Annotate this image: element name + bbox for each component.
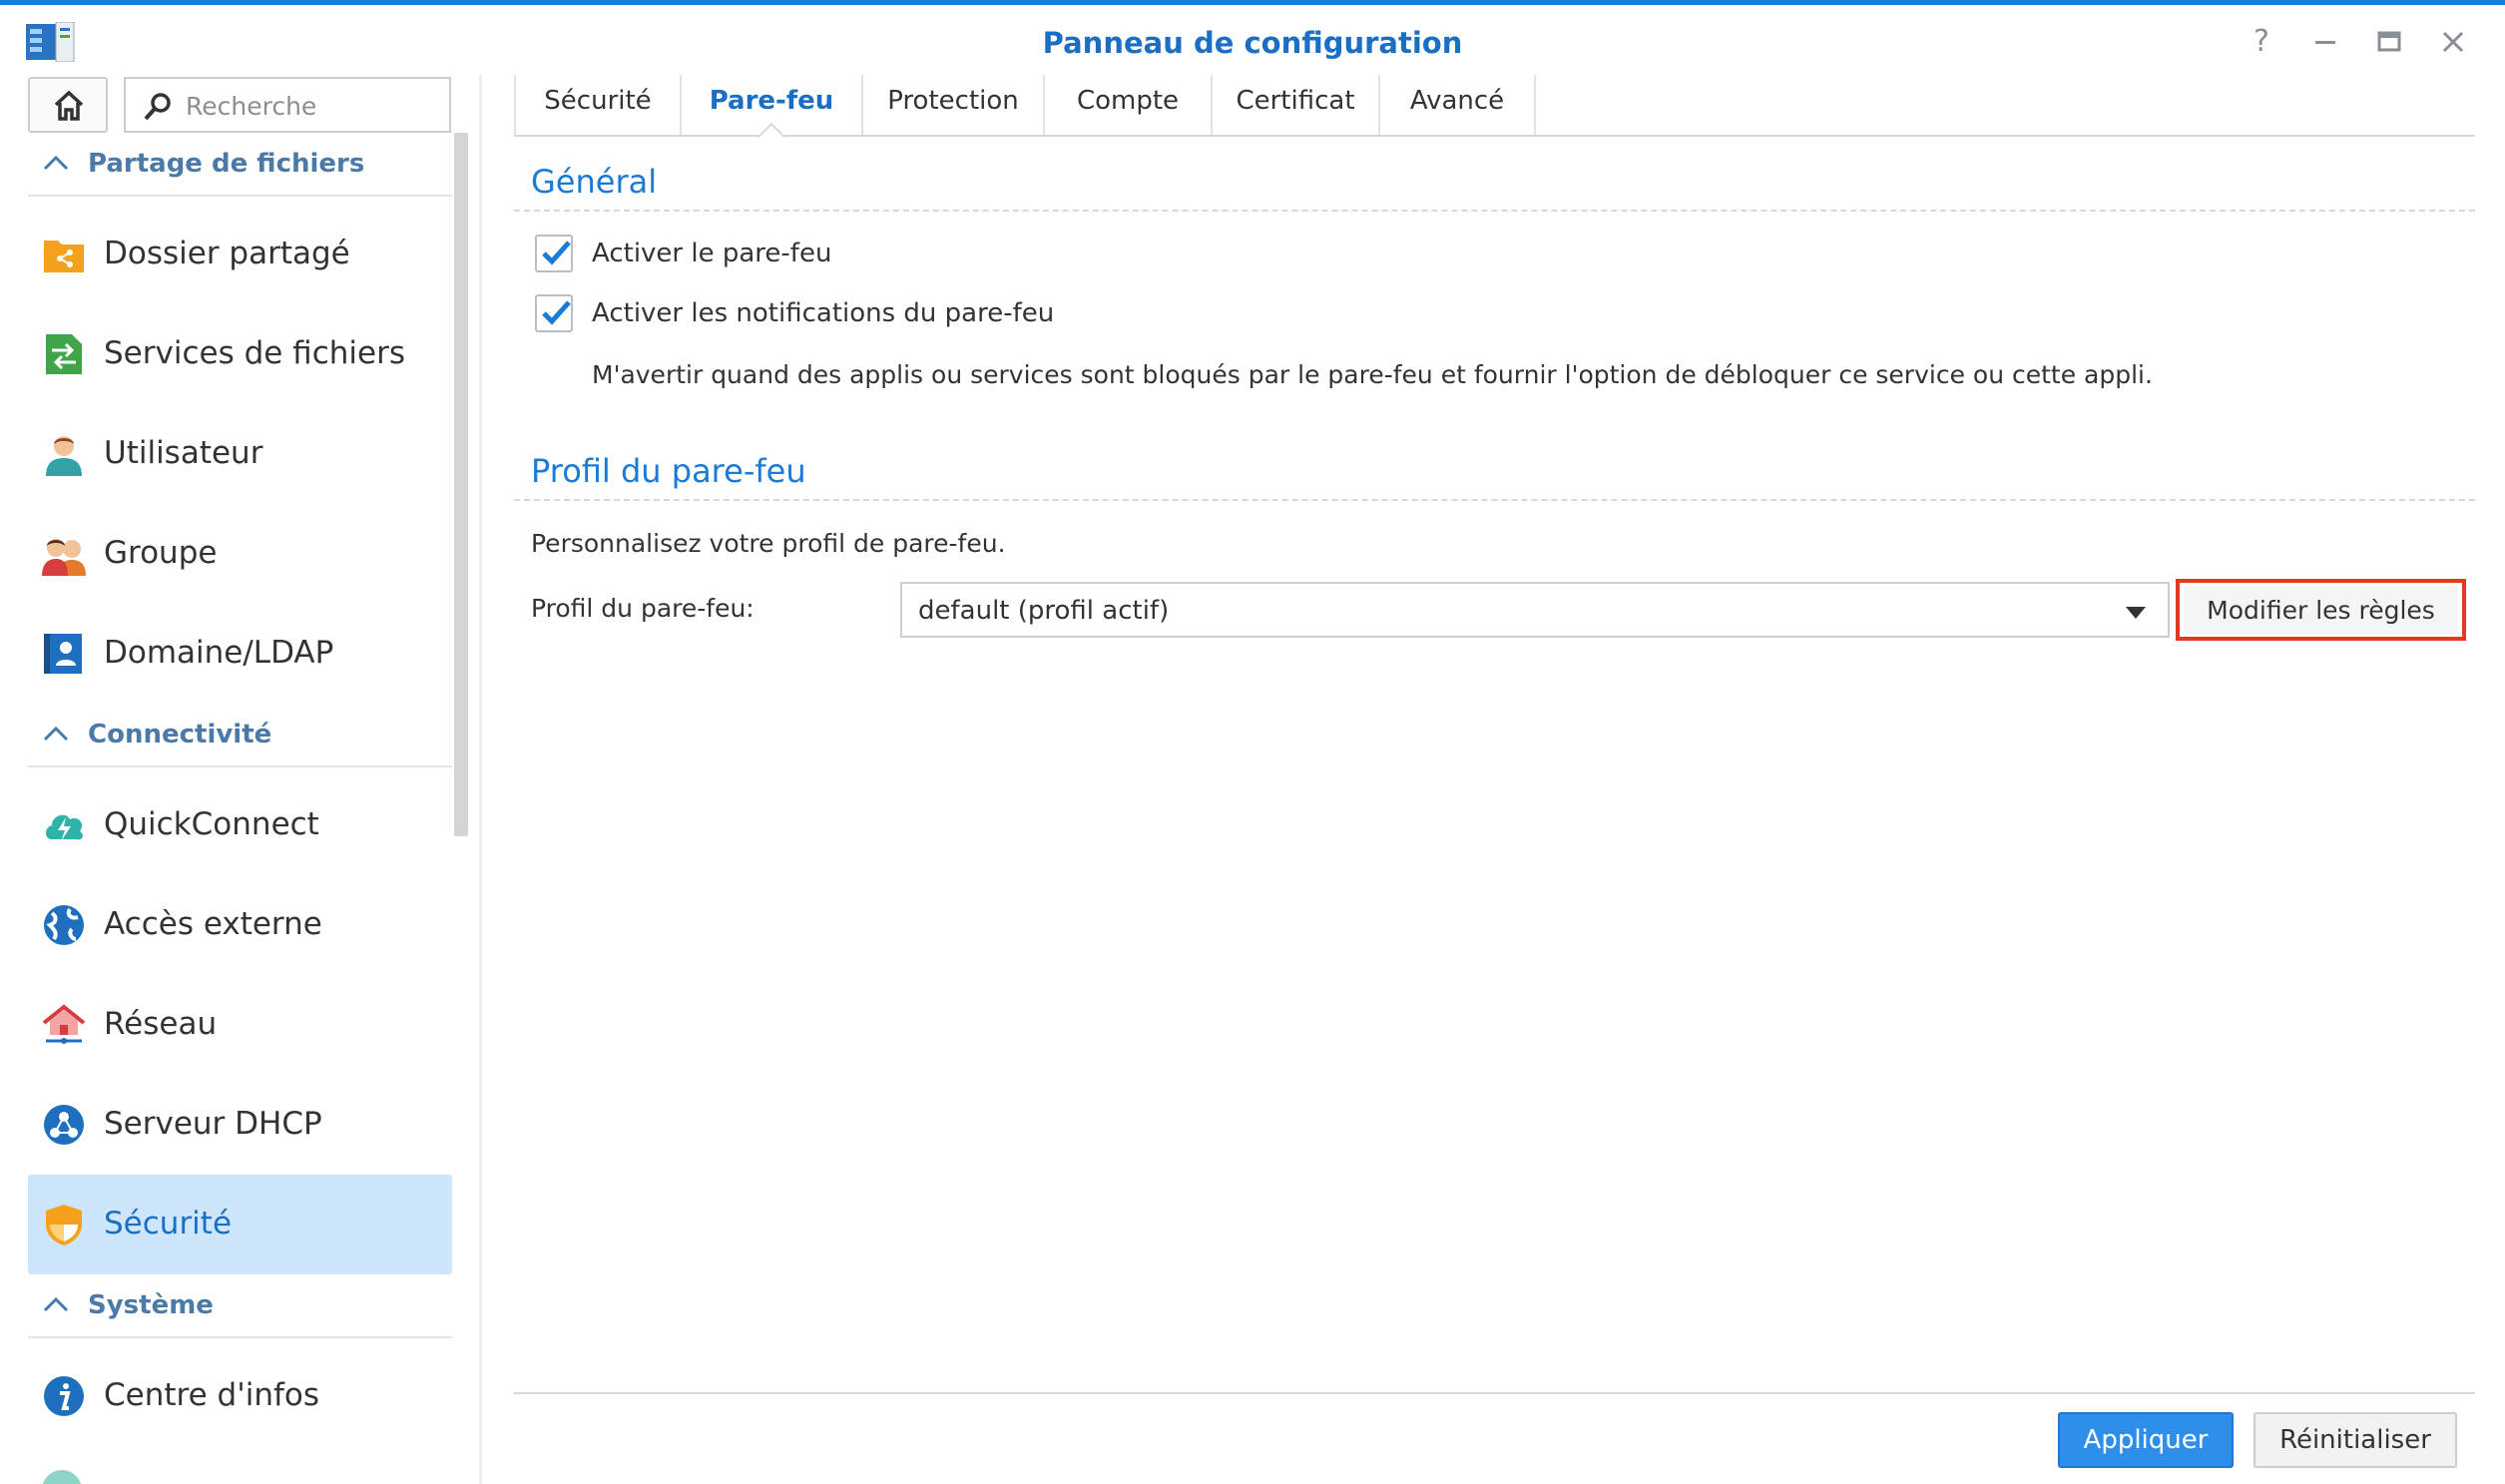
minimize-icon[interactable] bbox=[2307, 24, 2343, 60]
reset-button[interactable]: Réinitialiser bbox=[2254, 1412, 2457, 1468]
apply-button[interactable]: Appliquer bbox=[2058, 1412, 2234, 1468]
tab-advanced[interactable]: Avancé bbox=[1380, 75, 1536, 135]
dropdown-arrow-icon bbox=[2126, 607, 2146, 619]
section-connectivity[interactable]: Connectivité bbox=[28, 704, 452, 767]
sidebar-item-label: Dossier partagé bbox=[104, 236, 350, 271]
sidebar-item-user[interactable]: Utilisateur bbox=[28, 404, 452, 504]
home-button[interactable] bbox=[28, 77, 108, 133]
sidebar-item-shared-folder[interactable]: Dossier partagé bbox=[28, 205, 452, 304]
selected-profile: default (profil actif) bbox=[918, 596, 1170, 626]
enable-notifications-checkbox[interactable] bbox=[535, 294, 573, 332]
search-input[interactable] bbox=[186, 89, 435, 123]
section-label: Connectivité bbox=[88, 720, 272, 749]
sidebar-divider bbox=[479, 75, 482, 1484]
sidebar-item-domain-ldap[interactable]: Domaine/LDAP bbox=[28, 604, 452, 704]
tab-bar: Sécurité Pare-feu Protection Compte Cert… bbox=[514, 75, 2475, 137]
enable-firewall-checkbox[interactable] bbox=[535, 235, 573, 272]
security-icon bbox=[46, 1205, 82, 1245]
network-icon bbox=[42, 1004, 86, 1044]
sidebar-item-label: QuickConnect bbox=[104, 806, 319, 842]
section-system[interactable]: Système bbox=[28, 1274, 452, 1338]
checkmark-icon bbox=[542, 241, 571, 265]
general-section-title: Général bbox=[531, 163, 658, 201]
external-access-icon bbox=[44, 905, 84, 945]
info-center-icon bbox=[44, 1376, 84, 1416]
sidebar-item-security[interactable]: Sécurité bbox=[28, 1175, 452, 1274]
group-icon bbox=[42, 539, 86, 576]
enable-firewall-label[interactable]: Activer le pare-feu bbox=[592, 239, 831, 268]
checkmark-icon bbox=[542, 300, 571, 325]
close-icon[interactable] bbox=[2435, 24, 2471, 60]
sidebar-item-label: Groupe bbox=[104, 535, 218, 571]
chevron-up-icon bbox=[43, 1296, 69, 1312]
sidebar-item-dhcp-server[interactable]: Serveur DHCP bbox=[28, 1075, 452, 1175]
window-title: Panneau de configuration bbox=[1042, 26, 1463, 60]
section-file-sharing[interactable]: Partage de fichiers bbox=[28, 133, 452, 197]
file-services-icon bbox=[46, 334, 82, 374]
sidebar-item-network[interactable]: Réseau bbox=[28, 975, 452, 1075]
section-label: Partage de fichiers bbox=[88, 149, 365, 179]
home-icon bbox=[54, 90, 84, 121]
tab-security[interactable]: Sécurité bbox=[516, 75, 682, 135]
shared-folder-icon bbox=[44, 241, 84, 272]
search-box[interactable] bbox=[124, 77, 451, 133]
tab-account[interactable]: Compte bbox=[1045, 75, 1213, 135]
sidebar-item-quickconnect[interactable]: QuickConnect bbox=[28, 775, 452, 875]
sidebar-item-external-access[interactable]: Accès externe bbox=[28, 875, 452, 975]
sidebar-item-label: Accès externe bbox=[104, 906, 322, 942]
sidebar-item-label: Services de fichiers bbox=[104, 335, 405, 371]
chevron-up-icon bbox=[43, 726, 69, 742]
tab-certificate[interactable]: Certificat bbox=[1213, 75, 1380, 135]
notification-description: M'avertir quand des applis ou services s… bbox=[592, 360, 2153, 389]
dhcp-server-icon bbox=[44, 1105, 84, 1145]
tab-protection[interactable]: Protection bbox=[863, 75, 1045, 135]
sidebar-item-label: Domaine/LDAP bbox=[104, 635, 334, 671]
search-icon bbox=[144, 93, 171, 121]
profile-intro: Personnalisez votre profil de pare-feu. bbox=[531, 529, 1006, 558]
section-divider bbox=[514, 499, 2475, 501]
user-icon bbox=[46, 436, 82, 476]
chevron-up-icon bbox=[43, 155, 69, 171]
section-divider bbox=[514, 210, 2475, 212]
sidebar-scrollbar[interactable] bbox=[454, 133, 468, 836]
domain-ldap-icon bbox=[44, 634, 82, 674]
sidebar-item-label: Utilisateur bbox=[104, 435, 263, 471]
profile-section-title: Profil du pare-feu bbox=[531, 452, 806, 490]
sidebar-item-info-center[interactable]: Centre d'infos bbox=[28, 1346, 452, 1446]
sidebar-item-label: Sécurité bbox=[104, 1206, 233, 1241]
footer-divider bbox=[514, 1392, 2475, 1394]
sidebar-item-label: Serveur DHCP bbox=[104, 1106, 322, 1142]
edit-rules-button[interactable]: Modifier les règles bbox=[2184, 586, 2458, 634]
firewall-profile-select[interactable]: default (profil actif) bbox=[900, 582, 2170, 638]
sidebar-item-file-services[interactable]: Services de fichiers bbox=[28, 304, 452, 404]
section-label: Système bbox=[88, 1290, 214, 1320]
quickconnect-icon bbox=[46, 814, 83, 841]
partial-sidebar-icon bbox=[40, 1468, 84, 1484]
profile-field-label: Profil du pare-feu: bbox=[531, 594, 754, 623]
control-panel-window: Panneau de configuration ? Partage de fi… bbox=[0, 0, 2505, 1484]
maximize-icon[interactable] bbox=[2371, 24, 2407, 60]
help-icon[interactable]: ? bbox=[2244, 24, 2279, 60]
title-bar: Panneau de configuration ? bbox=[0, 10, 2505, 75]
sidebar-item-label: Centre d'infos bbox=[104, 1377, 320, 1413]
enable-notifications-label[interactable]: Activer les notifications du pare-feu bbox=[592, 298, 1054, 328]
sidebar-item-group[interactable]: Groupe bbox=[28, 504, 452, 604]
sidebar-item-label: Réseau bbox=[104, 1006, 218, 1042]
